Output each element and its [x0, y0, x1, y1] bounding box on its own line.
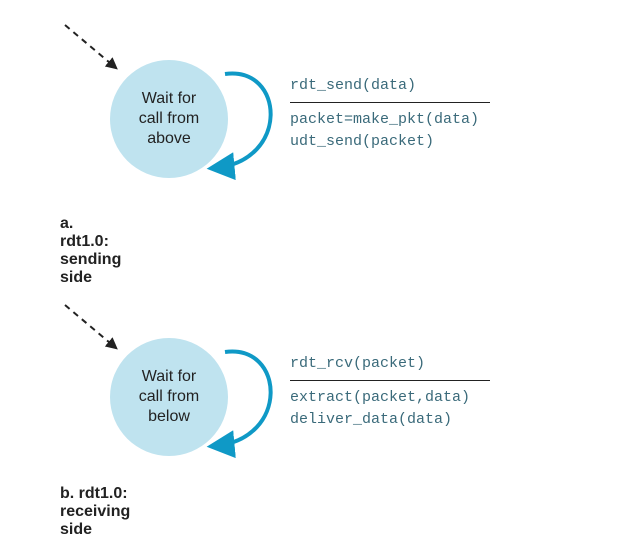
initial-arrow-icon	[60, 300, 140, 360]
state-label-line: call from	[139, 109, 199, 129]
state-label-line: below	[148, 407, 190, 427]
transition-event: rdt_send(data)	[290, 75, 490, 97]
state-label-line: Wait for	[142, 89, 197, 109]
transition-action: extract(packet,data)	[290, 387, 490, 409]
state-wait-above: Wait for call from above	[110, 60, 228, 178]
transition-label: rdt_rcv(packet) extract(packet,data) del…	[290, 353, 490, 430]
state-wait-below: Wait for call from below	[110, 338, 228, 456]
caption-receiver: b. rdt1.0: receiving side	[60, 485, 130, 539]
transition-event: rdt_rcv(packet)	[290, 353, 490, 375]
transition-action: deliver_data(data)	[290, 409, 490, 431]
transition-action: packet=make_pkt(data)	[290, 109, 490, 131]
transition-action: udt_send(packet)	[290, 131, 490, 153]
caption-sender: a. rdt1.0: sending side	[60, 215, 121, 287]
state-label-line: Wait for	[142, 367, 197, 387]
transition-divider	[290, 102, 490, 103]
transition-divider	[290, 380, 490, 381]
initial-arrow-icon	[60, 20, 140, 80]
state-label-line: above	[147, 129, 191, 149]
transition-label: rdt_send(data) packet=make_pkt(data) udt…	[290, 75, 490, 152]
state-label-line: call from	[139, 387, 199, 407]
